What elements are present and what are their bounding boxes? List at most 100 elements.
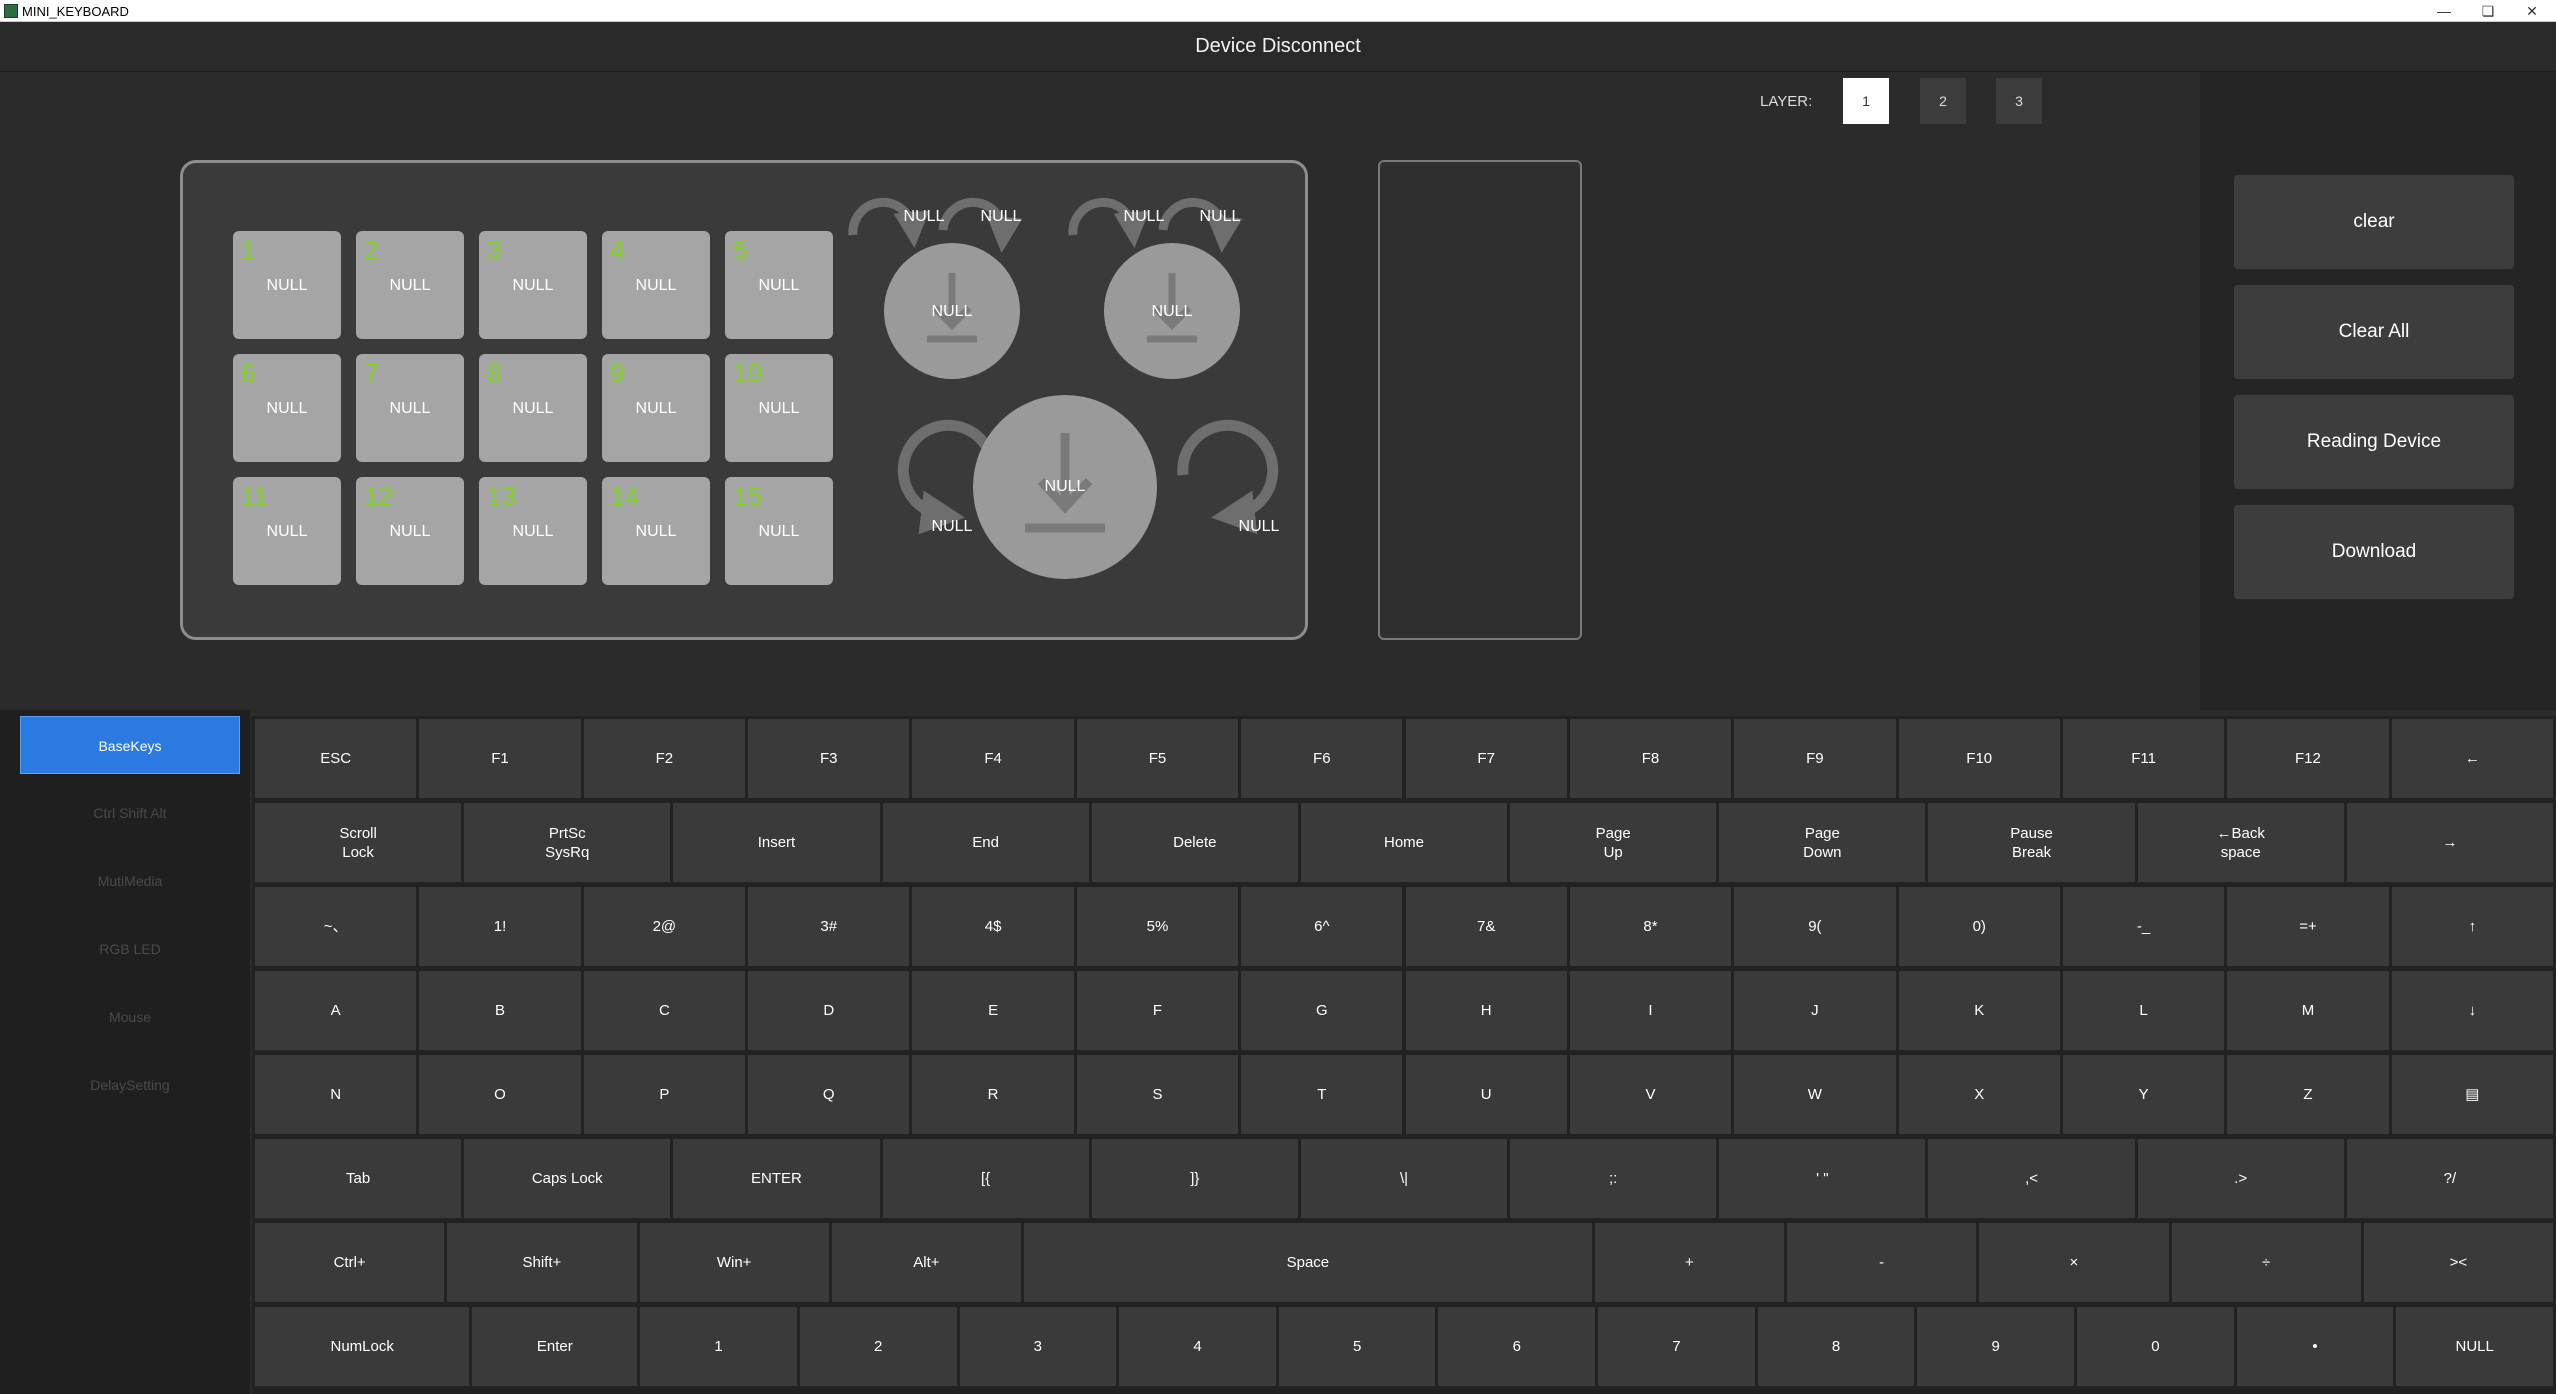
key-symbol-row-11[interactable]: ?/	[2346, 1139, 2553, 1218]
sidebar-item-multimedia[interactable]: MutiMedia	[20, 852, 240, 910]
key-modifier-row-2[interactable]: Shift+	[447, 1223, 637, 1302]
key-alpha-row-2-3[interactable]: P	[583, 1055, 746, 1134]
sidebar-item-ctrl-shift-alt[interactable]: Ctrl Shift Alt	[20, 784, 240, 842]
key-numpad-row-1[interactable]: NumLock	[255, 1307, 470, 1386]
key-number-row-5[interactable]: 4$	[912, 887, 1074, 966]
key-nav-row-10[interactable]: ←Back space	[2137, 803, 2344, 882]
key-modifier-row-10[interactable]: ><	[2363, 1223, 2553, 1302]
key-numpad-row-6[interactable]: 4	[1119, 1307, 1276, 1386]
key-alpha-row-1-12[interactable]: L	[2062, 971, 2225, 1050]
key-numpad-row-2[interactable]: Enter	[472, 1307, 638, 1386]
key-fn-row-7[interactable]: F6	[1241, 719, 1403, 798]
key-alpha-row-1-10[interactable]: J	[1734, 971, 1896, 1050]
key-number-row-10[interactable]: 9(	[1734, 887, 1896, 966]
key-fn-row-12[interactable]: F11	[2062, 719, 2225, 798]
key-alpha-row-2-8[interactable]: U	[1405, 1055, 1567, 1134]
key-modifier-row-1[interactable]: Ctrl+	[255, 1223, 445, 1302]
minimize-button[interactable]: —	[2422, 0, 2466, 22]
key-numpad-row-9[interactable]: 7	[1598, 1307, 1755, 1386]
key-nav-row-5[interactable]: Delete	[1091, 803, 1298, 882]
key-alpha-row-1-6[interactable]: F	[1076, 971, 1239, 1050]
key-symbol-row-1[interactable]: Tab	[255, 1139, 462, 1218]
reading-device-button[interactable]: Reading Device	[2234, 395, 2514, 489]
key-nav-row-6[interactable]: Home	[1300, 803, 1508, 882]
key-modifier-row-8[interactable]: ×	[1979, 1223, 2169, 1302]
key-symbol-row-4[interactable]: [{	[882, 1139, 1089, 1218]
key-nav-row-4[interactable]: End	[882, 803, 1089, 882]
key-symbol-row-7[interactable]: ;:	[1510, 1139, 1717, 1218]
key-numpad-row-12[interactable]: 0	[2077, 1307, 2234, 1386]
key-modifier-row-5[interactable]: Space	[1024, 1223, 1592, 1302]
clear-button[interactable]: clear	[2234, 175, 2514, 269]
key-alpha-row-2-12[interactable]: Y	[2062, 1055, 2225, 1134]
key-fn-row-1[interactable]: ESC	[255, 719, 417, 798]
key-alpha-row-1-7[interactable]: G	[1241, 971, 1403, 1050]
key-nav-row-7[interactable]: Page Up	[1510, 803, 1717, 882]
key-number-row-1[interactable]: ~、	[255, 887, 417, 966]
key-alpha-row-1-11[interactable]: K	[1898, 971, 2060, 1050]
key-modifier-row-9[interactable]: ÷	[2171, 1223, 2361, 1302]
key-symbol-row-3[interactable]: ENTER	[673, 1139, 880, 1218]
key-fn-row-4[interactable]: F3	[748, 719, 910, 798]
key-alpha-row-1-13[interactable]: M	[2227, 971, 2389, 1050]
key-symbol-row-9[interactable]: ,<	[1928, 1139, 2135, 1218]
key-alpha-row-2-2[interactable]: O	[419, 1055, 581, 1134]
key-alpha-row-1-5[interactable]: E	[912, 971, 1074, 1050]
layer-3-button[interactable]: 3	[1996, 78, 2042, 124]
key-numpad-row-4[interactable]: 2	[799, 1307, 957, 1386]
key-alpha-row-2-10[interactable]: W	[1734, 1055, 1896, 1134]
key-alpha-row-2-13[interactable]: Z	[2227, 1055, 2389, 1134]
key-alpha-row-1-2[interactable]: B	[419, 971, 581, 1050]
key-number-row-2[interactable]: 1!	[419, 887, 581, 966]
key-number-row-11[interactable]: 0)	[1898, 887, 2060, 966]
key-modifier-row-3[interactable]: Win+	[639, 1223, 829, 1302]
key-symbol-row-2[interactable]: Caps Lock	[464, 1139, 671, 1218]
key-alpha-row-1-14[interactable]: ↓	[2391, 971, 2553, 1050]
key-nav-row-3[interactable]: Insert	[673, 803, 880, 882]
key-nav-row-9[interactable]: Pause Break	[1928, 803, 2135, 882]
key-alpha-row-2-9[interactable]: V	[1569, 1055, 1732, 1134]
key-fn-row-6[interactable]: F5	[1076, 719, 1239, 798]
key-number-row-8[interactable]: 7&	[1405, 887, 1567, 966]
key-modifier-row-4[interactable]: Alt+	[831, 1223, 1021, 1302]
key-number-row-7[interactable]: 6^	[1241, 887, 1403, 966]
layer-1-button[interactable]: 1	[1843, 78, 1889, 124]
key-alpha-row-2-1[interactable]: N	[255, 1055, 417, 1134]
sidebar-item-mouse[interactable]: Mouse	[20, 988, 240, 1046]
key-alpha-row-2-14[interactable]: ▤	[2391, 1055, 2553, 1134]
key-alpha-row-2-7[interactable]: T	[1241, 1055, 1403, 1134]
sidebar-item-rgb-led[interactable]: RGB LED	[20, 920, 240, 978]
key-numpad-row-3[interactable]: 1	[640, 1307, 797, 1386]
key-alpha-row-2-5[interactable]: R	[912, 1055, 1074, 1134]
key-symbol-row-6[interactable]: \|	[1300, 1139, 1508, 1218]
key-alpha-row-1-3[interactable]: C	[583, 971, 746, 1050]
key-numpad-row-10[interactable]: 8	[1757, 1307, 1915, 1386]
key-alpha-row-2-4[interactable]: Q	[748, 1055, 910, 1134]
key-fn-row-11[interactable]: F10	[1898, 719, 2060, 798]
key-numpad-row-11[interactable]: 9	[1917, 1307, 2075, 1386]
key-alpha-row-1-8[interactable]: H	[1405, 971, 1567, 1050]
key-modifier-row-7[interactable]: -	[1787, 1223, 1977, 1302]
sidebar-item-delay-setting[interactable]: DelaySetting	[20, 1056, 240, 1114]
key-numpad-row-8[interactable]: 6	[1438, 1307, 1596, 1386]
key-number-row-13[interactable]: =+	[2227, 887, 2389, 966]
key-fn-row-8[interactable]: F7	[1405, 719, 1567, 798]
key-alpha-row-1-4[interactable]: D	[748, 971, 910, 1050]
key-fn-row-5[interactable]: F4	[912, 719, 1074, 798]
key-numpad-row-14[interactable]: NULL	[2396, 1307, 2553, 1386]
key-fn-row-9[interactable]: F8	[1569, 719, 1732, 798]
download-button[interactable]: Download	[2234, 505, 2514, 599]
key-fn-row-3[interactable]: F2	[583, 719, 746, 798]
clear-all-button[interactable]: Clear All	[2234, 285, 2514, 379]
key-symbol-row-5[interactable]: ]}	[1091, 1139, 1298, 1218]
key-symbol-row-10[interactable]: .>	[2137, 1139, 2344, 1218]
key-fn-row-10[interactable]: F9	[1734, 719, 1896, 798]
key-numpad-row-13[interactable]: •	[2236, 1307, 2394, 1386]
key-fn-row-14[interactable]: ←	[2391, 719, 2553, 798]
key-number-row-14[interactable]: ↑	[2391, 887, 2553, 966]
key-symbol-row-8[interactable]: ' "	[1719, 1139, 1926, 1218]
key-alpha-row-2-11[interactable]: X	[1898, 1055, 2060, 1134]
key-nav-row-11[interactable]: →	[2346, 803, 2553, 882]
key-number-row-4[interactable]: 3#	[748, 887, 910, 966]
key-fn-row-13[interactable]: F12	[2227, 719, 2389, 798]
